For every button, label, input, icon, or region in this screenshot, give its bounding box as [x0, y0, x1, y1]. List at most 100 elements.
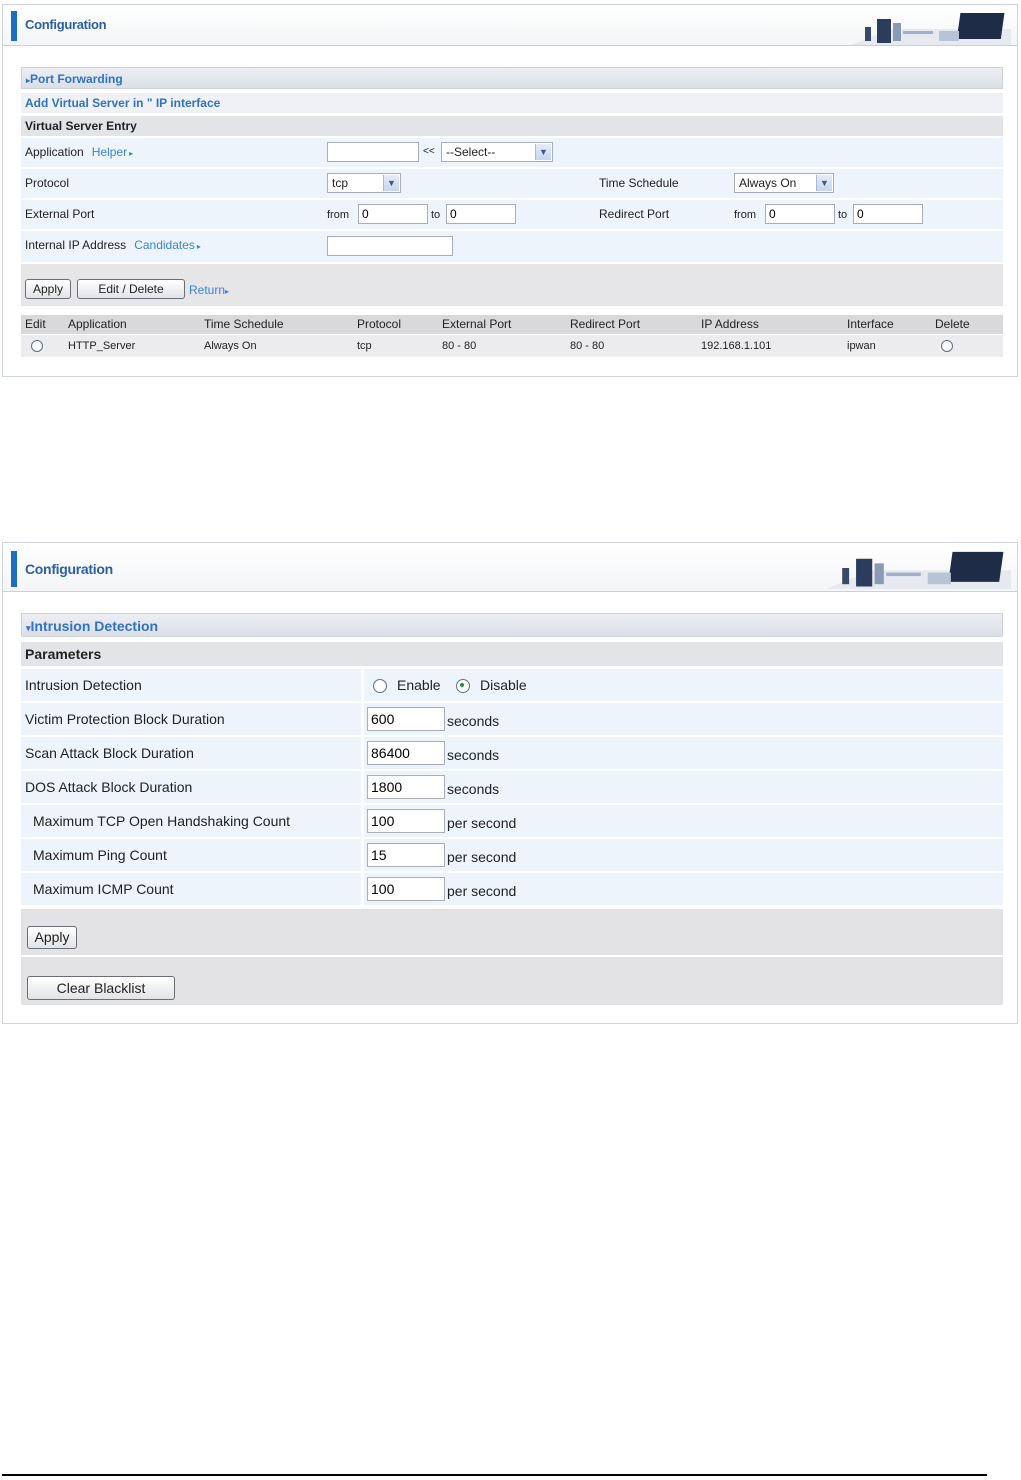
return-link[interactable]: Return	[189, 283, 225, 297]
clear-blacklist-button[interactable]: Clear Blacklist	[27, 976, 175, 1000]
internal-ip-label: Internal IP Address	[25, 238, 127, 252]
redirect-port-label: Redirect Port	[599, 207, 670, 221]
col-redirect-port: Redirect Port	[570, 317, 641, 331]
col-application: Application	[68, 317, 127, 331]
configuration-title: Configuration	[25, 561, 113, 577]
external-port-to-input[interactable]	[446, 204, 516, 224]
cell-protocol: tcp	[357, 340, 372, 352]
column-divider	[361, 703, 364, 735]
redirect-port-to-input[interactable]	[853, 204, 923, 224]
chevron-down-icon: ▼	[816, 175, 832, 191]
parameter-unit: seconds	[447, 781, 500, 797]
time-schedule-label: Time Schedule	[599, 176, 679, 190]
application-label: Application	[25, 145, 84, 159]
protocol-select[interactable]: tcp ▼	[327, 173, 401, 193]
parameter-row: Victim Protection Block Duration seconds	[21, 703, 1003, 736]
sub-header-add-virtual-server: Add Virtual Server in " IP interface	[21, 93, 1003, 113]
parameter-unit: seconds	[447, 747, 500, 763]
parameter-input[interactable]	[367, 877, 445, 901]
parameter-input[interactable]	[367, 809, 445, 833]
col-external-port: External Port	[442, 317, 512, 331]
page-bottom-rule	[2, 1474, 987, 1476]
ext-to-label: to	[431, 209, 441, 221]
protocol-select-value: tcp	[332, 176, 349, 190]
chevron-down-icon: ▼	[535, 144, 551, 160]
protocol-label: Protocol	[25, 176, 70, 190]
application-select[interactable]: --Select-- ▼	[441, 142, 553, 162]
cell-external-port: 80 - 80	[442, 340, 477, 352]
section-title: Port Forwarding	[30, 72, 123, 86]
configuration-title: Configuration	[25, 17, 107, 32]
configuration-header: Configuration	[3, 543, 1017, 592]
parameter-row: Scan Attack Block Duration seconds	[21, 737, 1003, 770]
parameter-label: DOS Attack Block Duration	[25, 779, 193, 795]
application-input[interactable]	[327, 142, 419, 162]
red-from-label: from	[734, 209, 756, 221]
parameter-input[interactable]	[367, 707, 445, 731]
candidates-link[interactable]: Candidates	[134, 238, 195, 252]
col-interface: Interface	[847, 317, 894, 331]
column-divider	[361, 839, 364, 871]
edit-delete-button[interactable]: Edit / Delete	[77, 279, 185, 299]
parameter-label: Maximum Ping Count	[33, 847, 167, 863]
network-banner-icon	[851, 13, 1011, 45]
time-schedule-select-value: Always On	[739, 176, 797, 190]
internal-ip-input[interactable]	[327, 236, 453, 256]
internal-ip-row: Internal IP Address Candidates ▸	[21, 231, 1003, 263]
parameter-input[interactable]	[367, 775, 445, 799]
protocol-row: Protocol tcp ▼ Time Schedule Always On ▼	[21, 169, 1003, 199]
column-divider	[361, 771, 364, 803]
header-accent-bar	[11, 551, 17, 587]
intrusion-detection-label: Intrusion Detection	[25, 677, 142, 693]
red-to-label: to	[838, 209, 848, 221]
col-protocol: Protocol	[357, 317, 402, 331]
column-divider	[361, 737, 364, 769]
application-select-value: --Select--	[446, 145, 496, 159]
header-accent-bar	[11, 11, 17, 41]
cell-redirect-port: 80 - 80	[570, 340, 605, 352]
button-bar: Apply Edit / Delete Return▸	[21, 264, 1003, 306]
enable-label: Enable	[397, 677, 441, 693]
parameter-input[interactable]	[367, 843, 445, 867]
port-row: External Port from to Redirect Port from…	[21, 200, 1003, 230]
candidates-arrow-icon: ▸	[196, 242, 201, 251]
intrusion-detection-row: Intrusion Detection Enable Disable	[21, 669, 1003, 702]
virtual-server-entry-title: Virtual Server Entry	[21, 116, 1003, 136]
time-schedule-select[interactable]: Always On ▼	[734, 173, 834, 193]
parameter-row: Maximum TCP Open Handshaking Count per se…	[21, 805, 1003, 838]
parameter-row: DOS Attack Block Duration seconds	[21, 771, 1003, 804]
col-time-schedule: Time Schedule	[204, 317, 284, 331]
parameters-title: Parameters	[21, 642, 1003, 666]
cell-ip-address: 192.168.1.101	[701, 340, 772, 352]
parameter-label: Maximum TCP Open Handshaking Count	[33, 813, 291, 829]
section-header-intrusion-detection[interactable]: ▾Intrusion Detection	[21, 613, 1003, 637]
table-header: Edit Application Time Schedule Protocol …	[21, 315, 1003, 334]
apply-bar: Apply	[21, 909, 1003, 955]
return-arrow-icon: ▸	[225, 287, 230, 296]
disable-label: Disable	[480, 677, 527, 693]
cell-interface: ipwan	[847, 340, 876, 352]
external-port-from-input[interactable]	[358, 204, 428, 224]
apply-button[interactable]: Apply	[27, 926, 77, 949]
redirect-port-from-input[interactable]	[765, 204, 835, 224]
parameter-unit: per second	[447, 849, 517, 865]
parameter-label: Victim Protection Block Duration	[25, 711, 225, 727]
edit-radio[interactable]	[31, 340, 43, 352]
application-row: Application Helper ▸ << --Select-- ▼	[21, 138, 1003, 168]
delete-radio[interactable]	[941, 340, 953, 352]
parameter-unit: per second	[447, 815, 517, 831]
col-edit: Edit	[25, 317, 46, 331]
disable-radio[interactable]	[456, 679, 470, 693]
column-divider	[361, 873, 364, 905]
external-port-label: External Port	[25, 207, 95, 221]
cell-application: HTTP_Server	[68, 340, 136, 352]
apply-button[interactable]: Apply	[25, 279, 71, 299]
helper-link[interactable]: Helper	[92, 145, 127, 159]
configuration-header: Configuration	[3, 5, 1017, 46]
parameter-unit: per second	[447, 883, 517, 899]
enable-radio[interactable]	[373, 679, 387, 693]
section-title: Intrusion Detection	[30, 618, 159, 634]
clear-blacklist-bar: Clear Blacklist	[21, 957, 1003, 1005]
parameter-input[interactable]	[367, 741, 445, 765]
section-header-port-forwarding[interactable]: ▸Port Forwarding	[21, 67, 1003, 89]
